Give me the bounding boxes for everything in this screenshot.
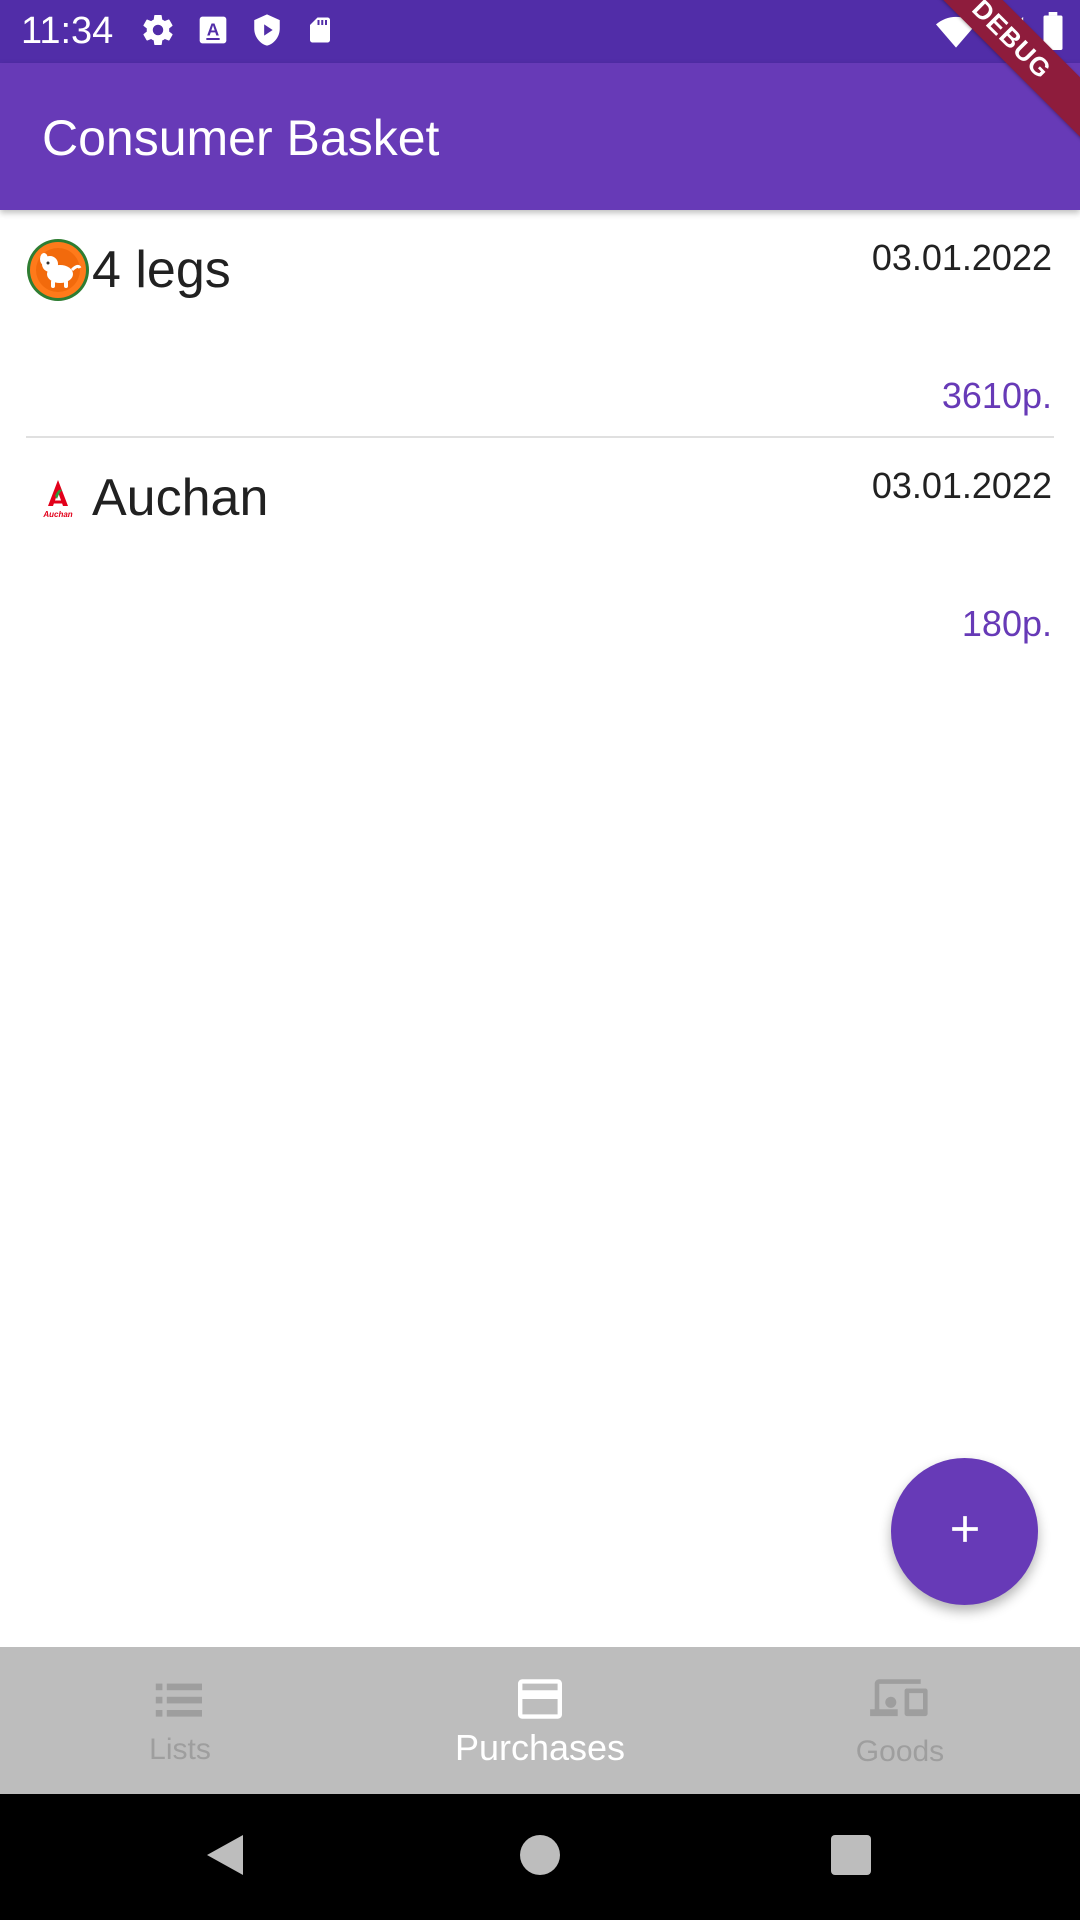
back-button[interactable] [162, 1794, 288, 1920]
devices-icon [870, 1677, 930, 1728]
nav-item-lists[interactable]: Lists [0, 1647, 360, 1794]
purchase-sum: 180p. [961, 603, 1052, 644]
shield-play-icon [250, 12, 284, 48]
store-name: Auchan [92, 469, 269, 527]
nav-label-goods: Goods [855, 1735, 945, 1768]
purchase-list: 4 legs 03.01.2022 3610p. Auchan Auchan 0… [0, 210, 1080, 664]
svg-text:Auchan: Auchan [42, 510, 72, 519]
list-item[interactable]: Auchan Auchan 03.01.2022 180p. [26, 438, 1054, 664]
purchase-date: 03.01.2022 [871, 465, 1052, 506]
gear-icon [140, 12, 176, 48]
status-bar: 11:34 A [0, 0, 1080, 63]
sd-card-icon [305, 13, 335, 47]
store-name: 4 legs [92, 241, 231, 299]
status-time: 11:34 [21, 10, 114, 52]
bottom-navigation: Lists Purchases Goods [0, 1647, 1080, 1794]
back-icon [203, 1831, 247, 1884]
status-icons-left: A [140, 12, 335, 48]
keyboard-a-icon: A [197, 14, 229, 46]
system-navigation-bar [0, 1794, 1080, 1920]
svg-text:A: A [207, 19, 220, 39]
recents-button[interactable] [788, 1794, 914, 1920]
home-button[interactable] [477, 1794, 603, 1920]
list-icon [153, 1677, 207, 1726]
app-bar: Consumer Basket [0, 63, 1080, 210]
nav-label-purchases: Purchases [454, 1727, 626, 1768]
nav-item-goods[interactable]: Goods [720, 1647, 1080, 1794]
home-icon [520, 1834, 560, 1880]
purchase-date: 03.01.2022 [871, 237, 1052, 278]
list-item[interactable]: 4 legs 03.01.2022 3610p. [26, 210, 1054, 438]
credit-card-icon [513, 1677, 567, 1726]
screen: 11:34 A Consumer Basket DEBUG 4 legs 03.… [0, 0, 1080, 1920]
page-title: Consumer Basket [42, 110, 440, 166]
add-purchase-button[interactable] [891, 1458, 1038, 1605]
purchase-sum: 3610p. [941, 375, 1052, 416]
auchan-logo: Auchan [26, 466, 90, 530]
4-legs-logo [26, 238, 90, 302]
nav-item-purchases[interactable]: Purchases [360, 1647, 720, 1794]
recents-icon [831, 1834, 871, 1880]
plus-icon [943, 1507, 987, 1556]
nav-label-lists: Lists [149, 1733, 211, 1766]
